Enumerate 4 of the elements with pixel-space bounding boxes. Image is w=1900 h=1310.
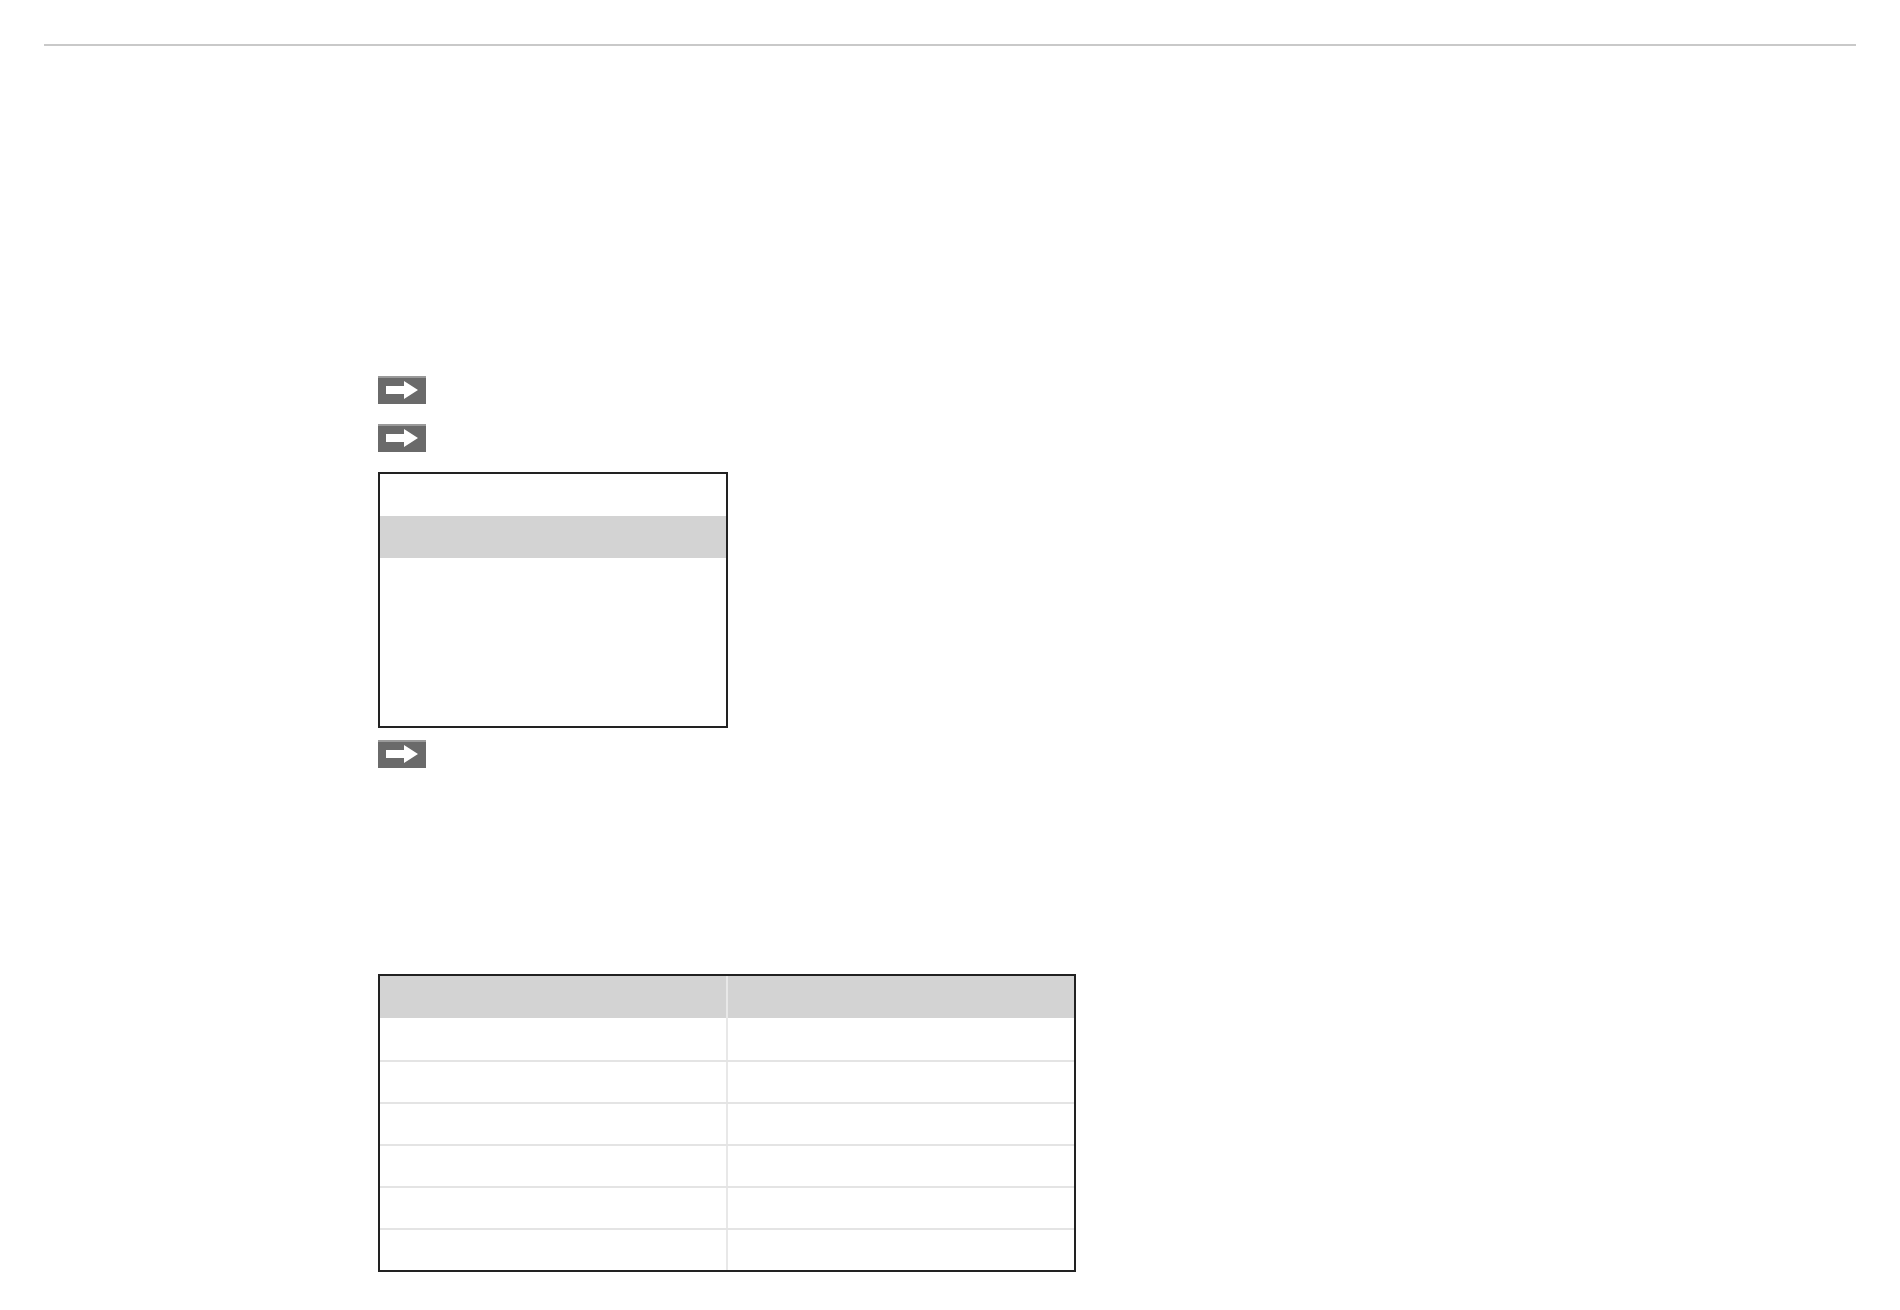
arrow-right-icon [378, 740, 426, 768]
arrow-right-icon [378, 376, 426, 404]
menu-item-highlight[interactable] [380, 516, 726, 558]
arrow-right-icon [378, 424, 426, 452]
